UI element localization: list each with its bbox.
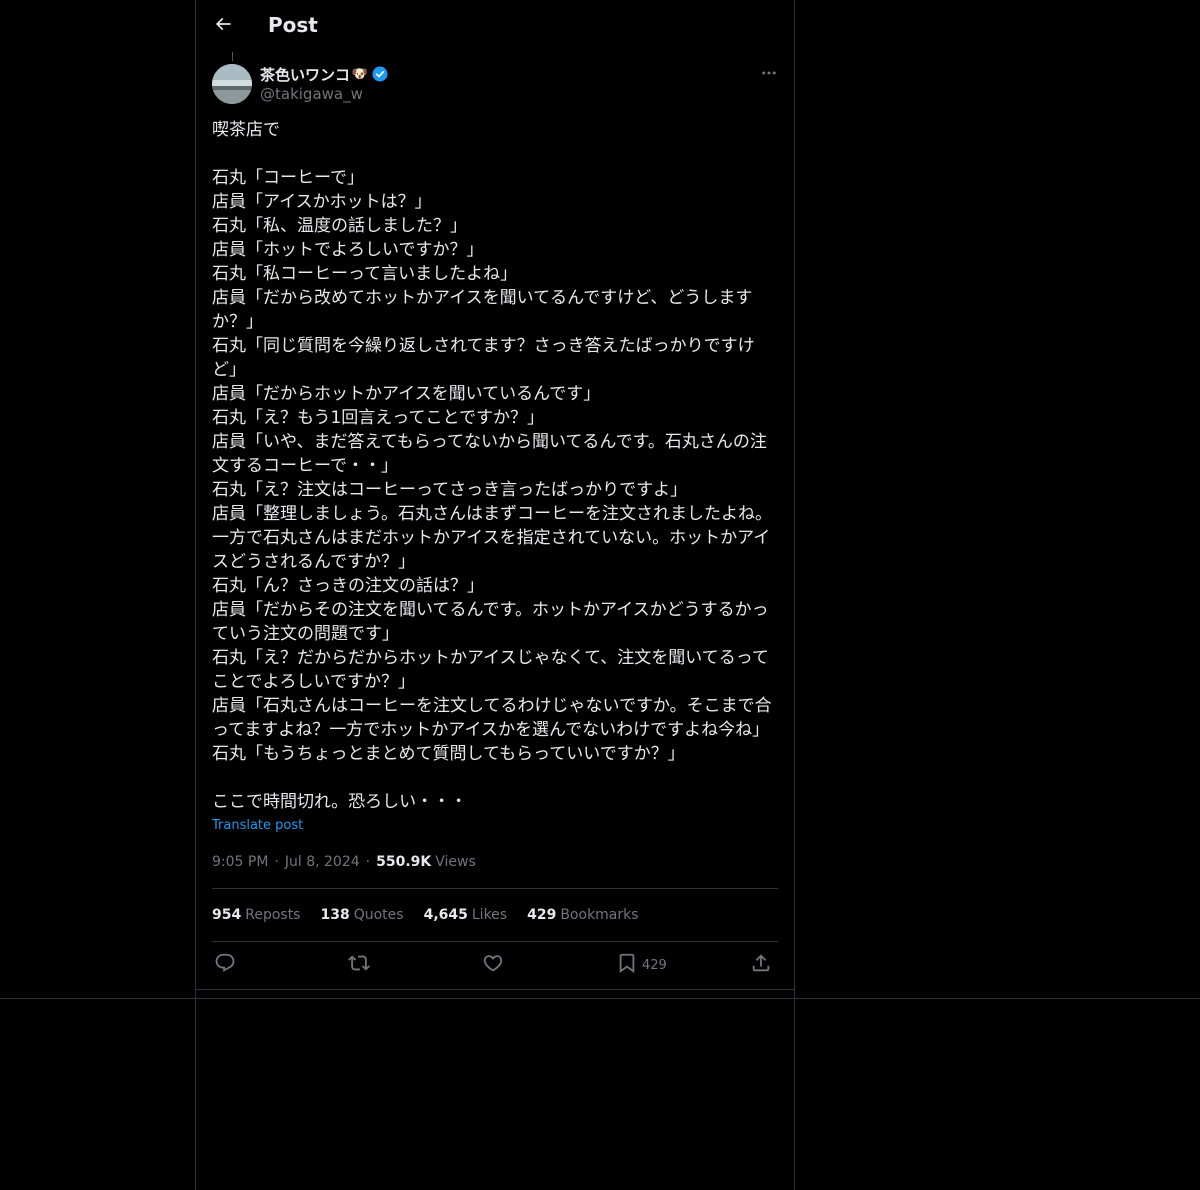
meta-separator: ·	[365, 854, 371, 870]
verified-badge-icon	[371, 65, 389, 83]
post-time[interactable]: 9:05 PM	[212, 854, 268, 870]
bookmarks-count: 429	[527, 907, 557, 923]
quotes-count: 138	[320, 907, 350, 923]
heart-icon	[482, 952, 504, 978]
page-header: Post	[196, 0, 794, 53]
bookmark-icon	[616, 952, 638, 978]
post-text-line: 石丸「私、温度の話しました？」	[212, 216, 467, 236]
likes-count: 4,645	[423, 907, 468, 923]
likes-stat[interactable]: 4,645 Likes	[424, 907, 508, 923]
post-text-line: 石丸「え？注文はコーヒーってさっき言ったばっかりですよ」	[212, 480, 688, 500]
quotes-stat[interactable]: 138 Quotes	[320, 907, 403, 923]
divider	[212, 941, 778, 942]
views-count: 550.9K	[376, 854, 432, 870]
post-text-line: 石丸「もうちょっとまとめて質問してもらっていいですか？」	[212, 744, 685, 764]
post-text-line: ど」	[212, 360, 246, 380]
page-title: Post	[268, 13, 318, 37]
reply-button[interactable]	[214, 951, 236, 979]
post-text-line: 店員「アイスかホットは？」	[212, 192, 432, 212]
bookmarks-stat[interactable]: 429 Bookmarks	[527, 907, 638, 923]
post-text-line: 石丸「コーヒーで」	[212, 168, 364, 188]
reposts-label: Reposts	[245, 907, 301, 923]
bookmark-count: 429	[642, 957, 667, 973]
post-text-line: 石丸「え？もう1回言えってことですか？」	[212, 408, 544, 428]
post-text-line	[212, 766, 778, 790]
post-text-line: 石丸「私コーヒーって言いましたよね」	[212, 264, 518, 284]
avatar[interactable]	[212, 64, 252, 104]
repost-icon	[348, 952, 370, 978]
post-bottom-border	[196, 989, 794, 990]
arrow-left-icon	[213, 14, 233, 38]
more-horizontal-icon	[760, 64, 778, 86]
bookmark-button[interactable]: 429	[616, 951, 667, 979]
post-text-line: か？」	[212, 312, 263, 332]
author-handle[interactable]: @takigawa_w	[260, 85, 389, 103]
reply-icon	[214, 952, 236, 978]
post-date[interactable]: Jul 8, 2024	[285, 854, 360, 870]
post-text-line: ここで時間切れ。恐ろしい・・・	[212, 792, 468, 812]
post-text-line: 店員「整理しましょう。石丸さんはまずコーヒーを注文されましたよね。	[212, 504, 772, 524]
dog-emoji: 🐶	[351, 66, 369, 82]
post-text-line: 喫茶店で	[212, 120, 280, 140]
main-column: Post 茶色いワンコ 🐶 @takigawa_w 喫茶店で 石丸「コーヒーで」…	[195, 0, 795, 1190]
post-text-line: 石丸「え？だからだからホットかアイスじゃなくて、注文を聞いてるって	[212, 648, 769, 668]
quotes-label: Quotes	[353, 907, 404, 923]
more-options-button[interactable]	[758, 64, 780, 86]
post-text-line: ことでよろしいですか？」	[212, 672, 415, 692]
post-text: 喫茶店で石丸「コーヒーで」店員「アイスかホットは？」石丸「私、温度の話しました？…	[212, 118, 778, 814]
share-button[interactable]	[750, 951, 772, 979]
meta-separator: ·	[274, 854, 279, 870]
post-text-line: 石丸「同じ質問を今繰り返しされてます？さっき答えたばっかりですけ	[212, 336, 755, 356]
action-bar: 429	[212, 951, 778, 979]
reposts-count: 954	[212, 907, 242, 923]
author-name[interactable]: 茶色いワンコ	[260, 64, 350, 85]
reposts-stat[interactable]: 954 Reposts	[212, 907, 300, 923]
likes-label: Likes	[471, 907, 508, 923]
views-label: Views	[435, 854, 476, 870]
like-button[interactable]	[482, 951, 504, 979]
author-block: 茶色いワンコ 🐶 @takigawa_w	[260, 64, 389, 103]
author-name-row: 茶色いワンコ 🐶	[260, 64, 389, 84]
post-text-line: 店員「ホットでよろしいですか？」	[212, 240, 484, 260]
post-text-line	[212, 142, 778, 166]
post-text-line: 店員「だからその注文を聞いてるんです。ホットかアイスかどうするかっ	[212, 600, 769, 620]
bookmarks-label: Bookmarks	[560, 907, 639, 923]
post-text-line: 一方で石丸さんはまだホットかアイスを指定されていない。ホットかアイ	[212, 528, 771, 548]
page: Post 茶色いワンコ 🐶 @takigawa_w 喫茶店で 石丸「コーヒーで」…	[0, 0, 1200, 1190]
post-text-line: 店員「だから改めてホットかアイスを聞いてるんですけど、どうします	[212, 288, 753, 308]
post-text-line: ってますよね？一方でホットかアイスかを選んでないわけですよね今ね」	[212, 720, 770, 740]
post-text-line: 文するコーヒーで・・」	[212, 456, 398, 476]
translate-post-link[interactable]: Translate post	[212, 818, 303, 833]
thread-connector	[232, 52, 233, 61]
divider	[212, 888, 778, 889]
post-text-line: 店員「いや、まだ答えてもらってないから聞いてるんです。石丸さんの注	[212, 432, 767, 452]
post-text-line: 店員「石丸さんはコーヒーを注文してるわけじゃないですか。そこまで合	[212, 696, 772, 716]
post-meta: 9:05 PM · Jul 8, 2024 · 550.9K Views	[212, 852, 476, 872]
engagement-stats: 954 Reposts 138 Quotes 4,645 Likes 429 B…	[212, 905, 659, 925]
back-button[interactable]	[208, 11, 238, 41]
post-text-line: 店員「だからホットかアイスを聞いているんです」	[212, 384, 601, 404]
post-text-line: ていう注文の問題です」	[212, 624, 399, 644]
repost-button[interactable]	[348, 951, 370, 979]
share-icon	[750, 952, 772, 978]
post-text-line: 石丸「ん？さっきの注文の話は？」	[212, 576, 484, 596]
post-text-line: スどうされるんですか？」	[212, 552, 416, 572]
